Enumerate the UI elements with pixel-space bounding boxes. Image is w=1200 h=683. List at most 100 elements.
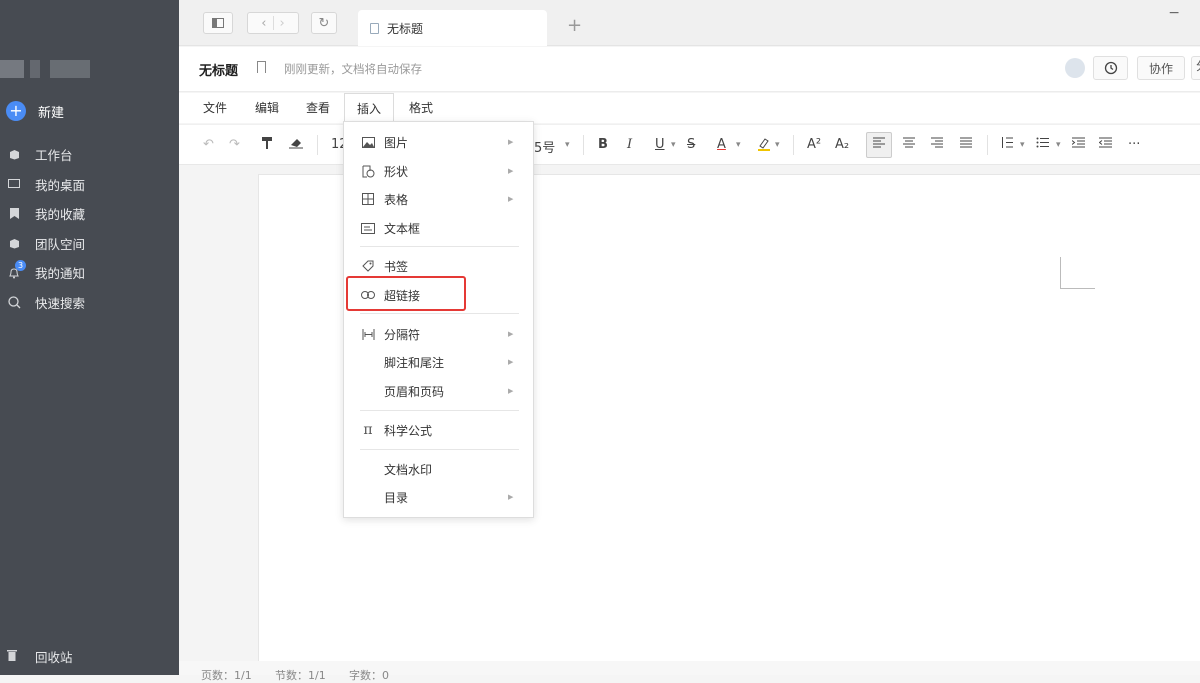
refresh-button[interactable]: ↻ [311,12,337,34]
page-margin-marker [1060,257,1095,289]
menu-format[interactable]: 格式 [409,93,433,123]
submenu-arrow-icon: ▶ [508,387,514,395]
textbox-icon [361,221,375,235]
desktop-icon [7,177,21,191]
align-justify-icon[interactable] [960,137,972,152]
menu-divider [360,410,519,411]
table-icon [361,192,375,206]
sidebar-item-label: 我的通知 [35,266,86,282]
insert-footnote[interactable]: 脚注和尾注 ▶ [344,349,533,375]
sidebar-item-desktop[interactable]: 我的桌面 [0,170,179,200]
share-button[interactable]: 分 [1191,56,1200,80]
status-bar: 页数：1/1 节数：1/1 字数：0 [179,661,1200,682]
new-label: 新建 [38,105,65,121]
menu-item-label: 分隔符 [384,327,421,342]
new-tab-button[interactable]: + [567,15,582,36]
sidebar-item-team-space[interactable]: 团队空间 [0,229,179,259]
toggle-sidebar-button[interactable] [203,12,233,34]
menu-item-label: 文档水印 [384,462,433,477]
section-count: 节数：1/1 [275,669,326,682]
insert-watermark[interactable]: 文档水印 [344,456,533,482]
sidebar-item-label: 快速搜索 [35,295,86,311]
undo-icon[interactable]: ↶ [203,137,214,152]
sidebar-item-favorites[interactable]: 我的收藏 [0,199,179,229]
highlight-icon[interactable] [757,137,771,155]
insert-formula[interactable]: π 科学公式 [344,417,533,443]
bold-button[interactable]: B [598,137,608,152]
insert-header-page-number[interactable]: 页眉和页码 ▶ [344,378,533,404]
menu-edit[interactable]: 编辑 [255,93,279,123]
sidebar-item-search[interactable]: 快速搜索 [0,288,179,318]
strikethrough-button[interactable]: S [687,137,695,152]
submenu-arrow-icon: ▶ [508,138,514,146]
tab-untitled[interactable]: 无标题 [358,10,547,46]
forward-icon[interactable]: › [274,16,291,31]
minimize-button[interactable]: − [1168,5,1180,21]
more-button[interactable]: ··· [1128,137,1140,152]
menu-view[interactable]: 查看 [306,93,330,123]
menu-file[interactable]: 文件 [203,93,227,123]
format-painter-icon[interactable] [261,137,273,154]
insert-textbox[interactable]: 文本框 [344,215,533,241]
sidebar-nav: 工作台 我的桌面 我的收藏 团队空间 3 我的通知 快速搜索 [0,140,179,317]
eraser-icon[interactable] [289,137,303,153]
menu-item-label: 书签 [384,259,409,274]
hyperlink-highlight-box [346,276,466,311]
favorite-icon[interactable] [257,61,266,73]
plus-icon: + [6,101,26,121]
refresh-icon: ↻ [318,15,330,31]
word-count: 字数：0 [349,669,389,682]
formatting-toolbar: ↶ ↷ 12 5号 ▾ B I U ▾ S A ▾ ▾ A² A₂ ▾ ▾ ··… [179,124,1200,165]
insert-image[interactable]: 图片 ▶ [344,129,533,155]
superscript-button[interactable]: A² [807,137,821,152]
sidebar-item-notifications[interactable]: 3 我的通知 [0,258,179,288]
chevron-down-icon[interactable]: ▾ [565,140,570,150]
redo-icon[interactable]: ↷ [229,137,240,152]
chevron-down-icon[interactable]: ▾ [736,140,741,150]
history-button[interactable] [1093,56,1128,80]
italic-button[interactable]: I [627,137,632,152]
user-avatar-blurred[interactable] [0,60,100,78]
trash-icon [7,649,21,664]
insert-separator[interactable]: 分隔符 ▶ [344,321,533,347]
underline-button[interactable]: U [655,137,665,152]
menu-insert[interactable]: 插入 [344,93,395,124]
align-left-icon[interactable] [873,137,885,152]
sidebar-item-trash[interactable]: 回收站 [7,647,73,666]
chevron-down-icon[interactable]: ▾ [775,140,780,150]
bookmark-icon [7,207,21,221]
pi-icon: π [363,422,373,438]
nav-buttons: ‹ › [247,12,299,34]
chevron-down-icon[interactable]: ▾ [671,140,676,150]
submenu-arrow-icon: ▶ [508,195,514,203]
font-size-preset-select[interactable]: 5号 [534,137,555,156]
back-icon[interactable]: ‹ [255,16,272,31]
align-right-icon[interactable] [931,137,943,152]
insert-table[interactable]: 表格 ▶ [344,186,533,212]
font-color-button[interactable]: A [717,137,726,152]
document-header: 无标题 刚刚更新，文档将自动保存 协作 分 [179,47,1200,92]
avatar[interactable] [1065,58,1085,78]
subscript-button[interactable]: A₂ [835,137,849,152]
bell-icon: 3 [7,259,26,280]
sidebar: + 新建 工作台 我的桌面 我的收藏 团队空间 3 我的通知 快速搜索 回收站 [0,0,179,675]
new-button[interactable]: + 新建 [6,100,64,122]
sidebar-toggle-icon [212,18,224,28]
insert-toc[interactable]: 目录 ▶ [344,484,533,510]
sidebar-item-workbench[interactable]: 工作台 [0,140,179,170]
bullet-list-icon[interactable] [1036,137,1049,152]
chevron-down-icon[interactable]: ▾ [1020,140,1025,150]
sidebar-item-label: 回收站 [35,650,73,665]
menu-item-label: 目录 [384,490,409,505]
indent-icon[interactable] [1071,137,1085,152]
workbench-icon [7,148,21,162]
outdent-icon[interactable] [1098,137,1112,152]
insert-shape[interactable]: 形状 ▶ [344,158,533,184]
align-center-icon[interactable] [903,137,915,152]
collaborate-button[interactable]: 协作 [1137,56,1185,80]
chevron-down-icon[interactable]: ▾ [1056,140,1061,150]
line-spacing-icon[interactable] [1001,137,1013,152]
menu-divider [360,246,519,247]
document-title[interactable]: 无标题 [199,60,238,79]
search-icon [7,295,21,309]
